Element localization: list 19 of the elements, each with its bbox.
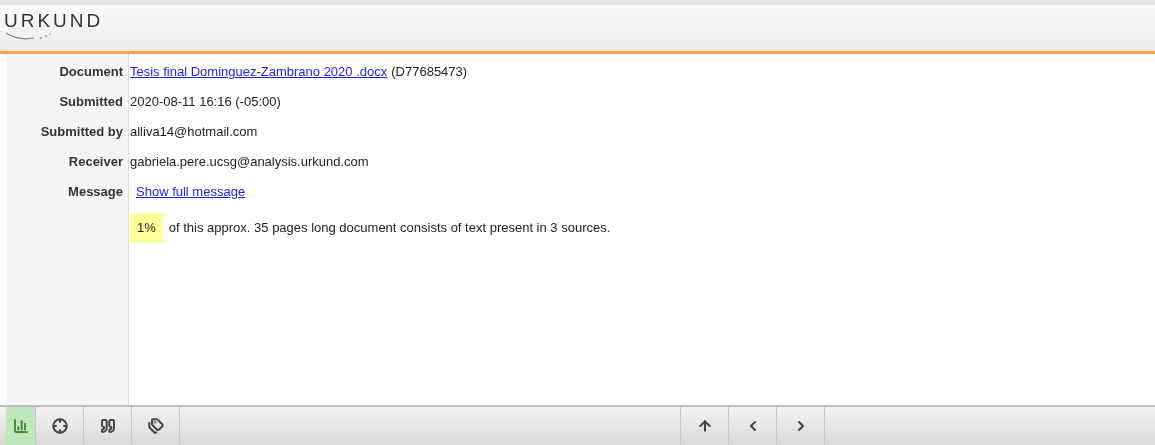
field-value: 2020-08-11 16:16 (-05:00) <box>130 93 281 112</box>
document-link[interactable]: Tesis final Dominguez-Zambrano 2020 .docx <box>130 62 388 82</box>
document-link[interactable]: Show full message <box>136 182 246 202</box>
field-label: Receiver <box>67 153 123 172</box>
logo-swoosh-icon <box>4 30 54 42</box>
field-value: (D77685473) <box>391 63 468 82</box>
logo: URKUND <box>4 11 104 30</box>
tags-icon <box>147 418 164 434</box>
field-label: Submitted <box>58 93 123 112</box>
field-label: Submitted by <box>39 123 123 142</box>
field-label: Document <box>58 63 123 82</box>
percentage-badge: 1% <box>130 213 163 243</box>
summary-text: of this approx. 35 pages long document consists of text present in 3 sources. <box>168 219 611 237</box>
quote-icon <box>99 418 116 434</box>
field-value: alliva14@hotmail.com <box>130 123 258 142</box>
chart-icon <box>12 418 29 434</box>
field-label: Message <box>67 183 123 202</box>
crosshair-icon <box>51 418 68 434</box>
field-value: gabriela.pere.ucsg@analysis.urkund.com <box>130 153 369 172</box>
